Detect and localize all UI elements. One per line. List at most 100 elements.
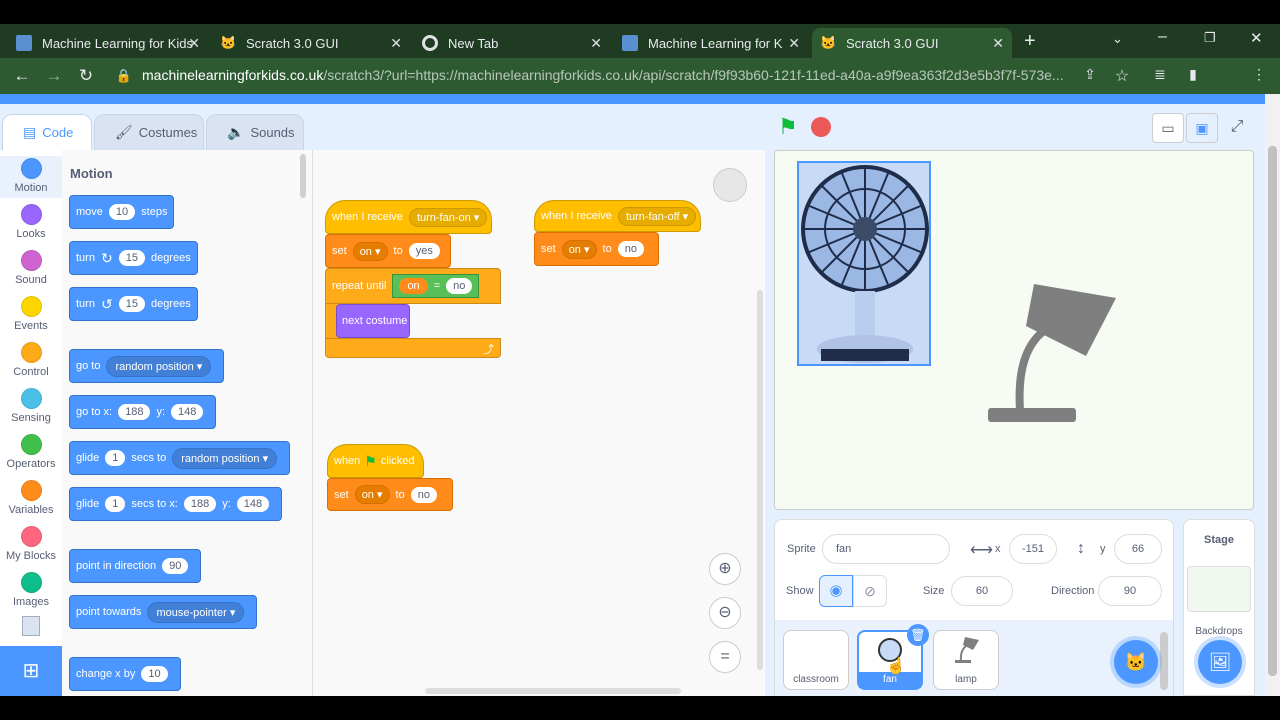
block-move-steps[interactable]: move 10 steps <box>69 195 175 229</box>
block-point-towards[interactable]: point towards mouse-pointer ▾ <box>69 595 258 629</box>
new-tab-icon[interactable]: + <box>1024 30 1036 53</box>
workspace-h-scroll[interactable] <box>425 688 681 694</box>
category-control[interactable]: Control <box>0 342 62 378</box>
bookmark-star-icon[interactable]: ☆ <box>1112 66 1132 86</box>
block-set-variable[interactable]: set on ▾ to no <box>534 232 659 266</box>
forward-icon[interactable]: → <box>44 66 64 86</box>
browser-tab-bar: Machine Learning for Kids ✕ 🐱 Scratch 3.… <box>0 24 1280 58</box>
browser-tab-active[interactable]: 🐱 Scratch 3.0 GUI ✕ <box>812 28 1012 58</box>
category-looks[interactable]: Looks <box>0 204 62 240</box>
category-images[interactable]: Images <box>0 572 62 608</box>
hat-when-i-receive-off[interactable]: when I receive turn-fan-off ▾ <box>534 200 701 232</box>
variable-dropdown[interactable]: on ▾ <box>561 239 597 259</box>
block-change-x[interactable]: change x by 10 <box>69 657 181 691</box>
zoom-reset-button[interactable]: = <box>709 641 741 673</box>
sprite-tile-classroom[interactable]: classroom <box>783 630 849 690</box>
category-events[interactable]: Events <box>0 296 62 332</box>
close-tab-icon[interactable]: ✕ <box>188 35 200 52</box>
message-dropdown[interactable]: turn-fan-on ▾ <box>408 207 488 227</box>
close-tab-icon[interactable]: ✕ <box>390 35 402 52</box>
green-flag-icon[interactable]: ⚑ <box>778 114 798 140</box>
speaker-icon: 🔈 <box>227 124 245 140</box>
variable-dropdown[interactable]: on ▾ <box>352 241 388 261</box>
category-sound[interactable]: Sound <box>0 250 62 286</box>
hide-sprite-button[interactable]: ⊘ <box>853 575 887 607</box>
category-motion[interactable]: Motion <box>0 156 62 198</box>
block-next-costume[interactable]: next costume <box>336 304 410 338</box>
close-window-icon[interactable]: ✕ <box>1250 29 1263 47</box>
tab-costumes[interactable]: 🖌 Costumes <box>94 114 204 150</box>
browser-tab[interactable]: Machine Learning for Kids ✕ <box>614 28 808 58</box>
fullscreen-icon[interactable]: ⤢ <box>1222 113 1252 141</box>
block-go-to[interactable]: go to random position ▾ <box>69 349 225 383</box>
go-to-dropdown[interactable]: random position ▾ <box>106 355 212 377</box>
backdrop-thumbnail[interactable] <box>1187 566 1251 612</box>
block-repeat-until[interactable]: repeat until on = no <box>325 268 501 304</box>
choose-backdrop-button[interactable]: 🖼 <box>1198 640 1242 684</box>
message-dropdown[interactable]: turn-fan-off ▾ <box>617 206 697 226</box>
images-dot-icon <box>20 572 42 593</box>
zoom-in-button[interactable]: ⊕ <box>709 553 741 585</box>
y-position-input[interactable]: 66 <box>1114 534 1162 564</box>
block-point-in-direction[interactable]: point in direction 90 <box>69 549 202 583</box>
hat-when-flag-clicked[interactable]: when ⚑ clicked <box>327 444 424 478</box>
reading-list-icon[interactable]: ≣ <box>1150 66 1170 83</box>
sprite-tile-lamp[interactable]: lamp <box>933 630 999 690</box>
delete-sprite-button[interactable]: 🗑 <box>907 624 929 646</box>
block-glide-to[interactable]: glide 1 secs to random position ▾ <box>69 441 291 475</box>
lamp-sprite[interactable] <box>986 278 1122 424</box>
glide-dropdown[interactable]: random position ▾ <box>172 447 278 469</box>
category-variables[interactable]: Variables <box>0 480 62 516</box>
side-panel-icon[interactable]: ▮ <box>1183 66 1203 83</box>
browser-tab[interactable]: Machine Learning for Kids ✕ <box>8 28 208 58</box>
browser-tab[interactable]: 🐱 Scratch 3.0 GUI ✕ <box>212 28 410 58</box>
category-my-blocks[interactable]: My Blocks <box>0 526 62 562</box>
workspace-v-scroll[interactable] <box>757 290 765 690</box>
fan-sprite[interactable] <box>797 161 931 366</box>
block-set-variable[interactable]: set on ▾ to yes <box>325 234 451 268</box>
sprite-name-input[interactable]: fan <box>822 534 950 564</box>
close-tab-icon[interactable]: ✕ <box>788 35 800 52</box>
sprite-list-scrollbar[interactable] <box>1160 632 1168 690</box>
category-operators[interactable]: Operators <box>0 434 62 470</box>
show-sprite-button[interactable]: ◉ <box>819 575 853 607</box>
add-extension-button[interactable]: ⊞ <box>0 646 62 696</box>
block-turn-right[interactable]: turn ↻ 15 degrees <box>69 241 198 275</box>
zoom-out-button[interactable]: ⊖ <box>709 597 741 629</box>
palette-heading: Motion <box>70 166 113 181</box>
back-icon[interactable]: ← <box>12 66 32 86</box>
address-bar[interactable]: machinelearningforkids.co.uk/scratch3/?u… <box>142 67 1072 83</box>
close-tab-icon[interactable]: ✕ <box>590 35 602 52</box>
point-towards-dropdown[interactable]: mouse-pointer ▾ <box>147 601 245 623</box>
menu-dots-icon[interactable]: ⋮ <box>1249 66 1269 83</box>
tab-sounds[interactable]: 🔈 Sounds <box>206 114 304 150</box>
choose-sprite-button[interactable]: 🐱 <box>1114 640 1158 684</box>
browser-tab[interactable]: New Tab ✕ <box>414 28 610 58</box>
category-sensing[interactable]: Sensing <box>0 388 62 424</box>
minimize-icon[interactable]: – <box>1158 28 1167 46</box>
stop-icon[interactable] <box>811 117 831 137</box>
backdrops-label: Backdrops <box>1195 626 1243 637</box>
direction-input[interactable]: 90 <box>1098 576 1162 606</box>
block-go-to-xy[interactable]: go to x: 188 y: 148 <box>69 395 217 429</box>
reload-icon[interactable]: ↻ <box>76 66 96 86</box>
share-icon[interactable]: ⇪ <box>1080 66 1100 83</box>
hat-when-i-receive-on[interactable]: when I receive turn-fan-on ▾ <box>325 200 492 234</box>
palette-scrollbar[interactable] <box>300 154 306 198</box>
tab-search-icon[interactable]: ⌄ <box>1112 31 1123 47</box>
x-position-input[interactable]: -151 <box>1009 534 1057 564</box>
block-set-variable[interactable]: set on ▾ to no <box>327 478 453 511</box>
operator-equals[interactable]: on = no <box>392 274 480 298</box>
my-blocks-dot-icon <box>20 526 42 547</box>
extension-category-icon[interactable] <box>22 616 40 636</box>
close-tab-icon[interactable]: ✕ <box>992 35 1004 52</box>
variable-dropdown[interactable]: on ▾ <box>354 485 390 504</box>
small-stage-icon[interactable]: ▭ <box>1152 113 1184 143</box>
size-input[interactable]: 60 <box>951 576 1013 606</box>
large-stage-icon[interactable]: ▣ <box>1186 113 1218 143</box>
tab-code[interactable]: ▤ Code <box>2 114 92 150</box>
block-turn-left[interactable]: turn ↺ 15 degrees <box>69 287 198 321</box>
block-glide-to-xy[interactable]: glide 1 secs to x: 188 y: 148 <box>69 487 283 521</box>
page-scrollbar[interactable] <box>1265 94 1280 696</box>
restore-icon[interactable]: ❐ <box>1204 30 1216 46</box>
